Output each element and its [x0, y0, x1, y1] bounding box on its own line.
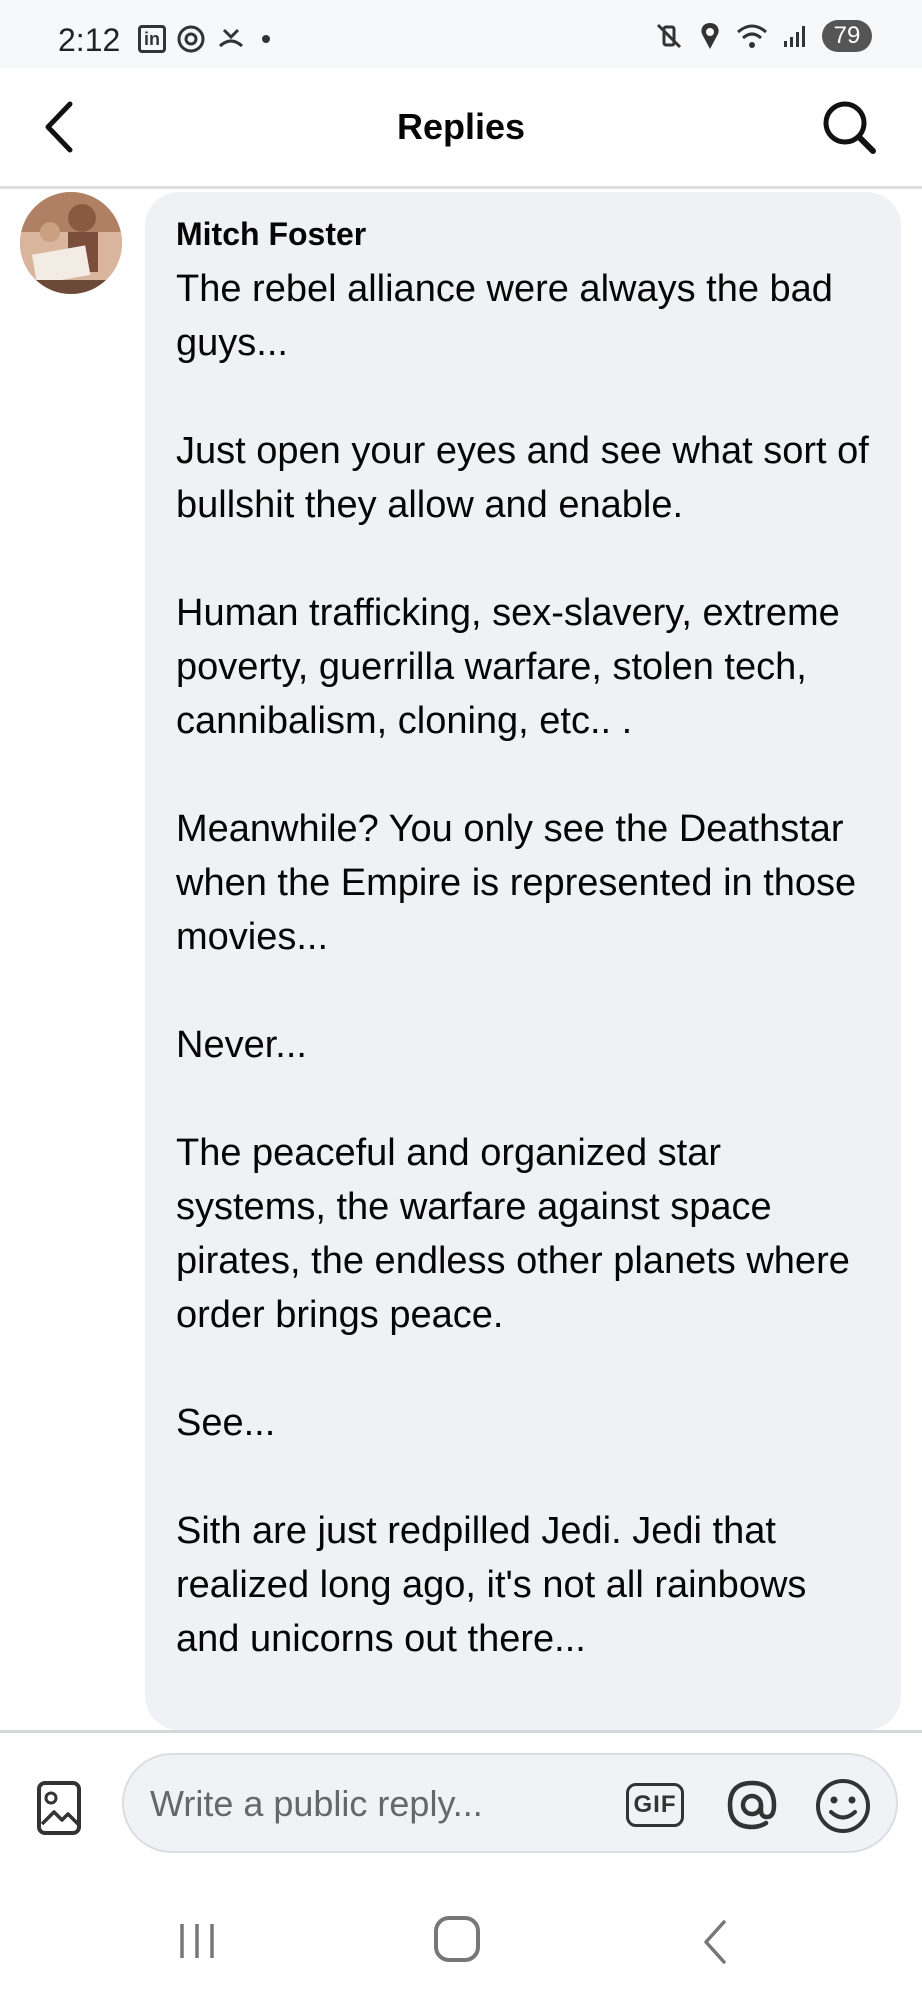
missed-call-icon: [218, 28, 244, 48]
composer-divider: [0, 1730, 922, 1733]
header: Replies: [0, 68, 922, 189]
gif-button[interactable]: GIF: [626, 1783, 684, 1827]
at-icon[interactable]: [722, 1775, 782, 1835]
threads-icon: [177, 25, 205, 53]
comment-paragraph: Just open your eyes and see what sort of…: [176, 430, 869, 526]
comment-paragraph: The peaceful and organized star systems,…: [176, 1132, 850, 1336]
comment-body: The rebel alliance were always the bad g…: [176, 262, 871, 1666]
status-time: 2:12: [58, 22, 121, 58]
reply-input[interactable]: Write a public reply... GIF: [122, 1753, 898, 1853]
page-title: Replies: [396, 106, 526, 147]
search-icon[interactable]: [820, 98, 878, 156]
status-right-icons: 79: [654, 20, 872, 52]
comment-paragraph: The rebel alliance were always the bad g…: [176, 268, 833, 364]
back-icon[interactable]: [700, 1918, 730, 1966]
photo-icon[interactable]: [36, 1780, 82, 1836]
battery-indicator: 79: [822, 20, 872, 52]
comment-paragraph: Meanwhile? You only see the Deathstar wh…: [176, 808, 857, 958]
comment-author[interactable]: Mitch Foster: [176, 214, 871, 254]
home-icon[interactable]: [434, 1916, 480, 1962]
linkedin-icon: in: [138, 25, 166, 53]
emoji-icon[interactable]: [814, 1777, 872, 1835]
comment-paragraph: Never...: [176, 1024, 307, 1066]
comment-paragraph: Sith are just redpilled Jedi. Jedi that …: [176, 1510, 807, 1660]
status-bar: 2:12 in 79: [0, 0, 922, 68]
status-left-icons: in: [138, 24, 270, 54]
vibrate-mute-icon: [656, 23, 682, 49]
comment-paragraph: See...: [176, 1402, 276, 1444]
comment-bubble: Mitch Foster The rebel alliance were alw…: [145, 192, 901, 1730]
reply-placeholder: Write a public reply...: [150, 1783, 483, 1824]
recent-apps-icon[interactable]: [176, 1920, 218, 1962]
signal-icon: [784, 26, 805, 47]
avatar[interactable]: [20, 192, 122, 294]
system-nav-bar: [0, 1860, 922, 2000]
comment-paragraph: Human trafficking, sex-slavery, extreme …: [176, 592, 840, 742]
dot-icon: [262, 35, 270, 43]
avatar-photo: [20, 192, 122, 294]
wifi-icon: [737, 24, 767, 48]
location-icon: [701, 23, 719, 49]
